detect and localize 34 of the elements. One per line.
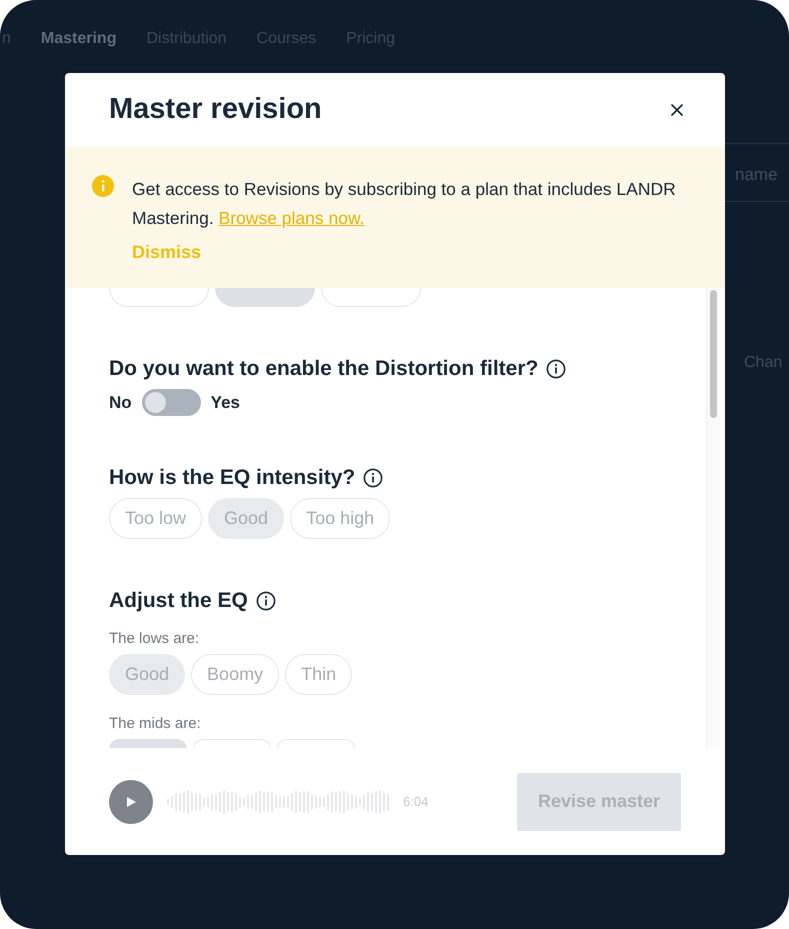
option-chip[interactable]: Too low: [109, 498, 202, 539]
info-icon[interactable]: [363, 468, 384, 488]
scrollbar-thumb[interactable]: [710, 290, 717, 418]
option-chip[interactable]: Good: [208, 498, 284, 539]
question: Do you want to enable the Distortion filter?: [109, 357, 538, 381]
waveform[interactable]: [167, 788, 389, 816]
modal-title: Master revision: [109, 92, 322, 128]
option-chip[interactable]: Too high: [290, 498, 390, 539]
play-icon: [125, 796, 137, 808]
option-chip[interactable]: [193, 739, 271, 748]
browse-plans-link[interactable]: Browse plans now.: [218, 208, 364, 228]
info-icon[interactable]: [546, 359, 566, 379]
option-chip[interactable]: [215, 288, 315, 307]
option-chip[interactable]: Boomy: [191, 654, 280, 695]
option-chip[interactable]: Thin: [285, 654, 352, 695]
nav-link[interactable]: Mastering: [40, 27, 116, 51]
option-chip[interactable]: [109, 288, 209, 307]
option-chip[interactable]: [277, 739, 355, 748]
option-chip[interactable]: Good: [109, 654, 186, 695]
info-icon[interactable]: [256, 591, 276, 611]
dismiss-button[interactable]: Dismiss: [132, 239, 202, 266]
option-chip[interactable]: [109, 739, 187, 748]
question: How is the EQ intensity?: [109, 466, 356, 490]
notice-message: Get access to Revisions by subscribing to a plan that includes LANDR Mastering. Browse plans now.: [132, 178, 677, 230]
group-label: The lows are:: [109, 630, 200, 648]
toggle-switch[interactable]: [142, 389, 201, 416]
duration: 6:04: [403, 792, 428, 811]
option-chip[interactable]: [321, 288, 421, 307]
info-icon: [92, 175, 114, 197]
play-button[interactable]: [109, 780, 153, 824]
section-title: Adjust the EQ: [109, 589, 248, 613]
toggle-off-label: No: [109, 392, 132, 414]
group-label: The mids are:: [109, 715, 202, 733]
toggle-on-label: Yes: [210, 392, 240, 414]
